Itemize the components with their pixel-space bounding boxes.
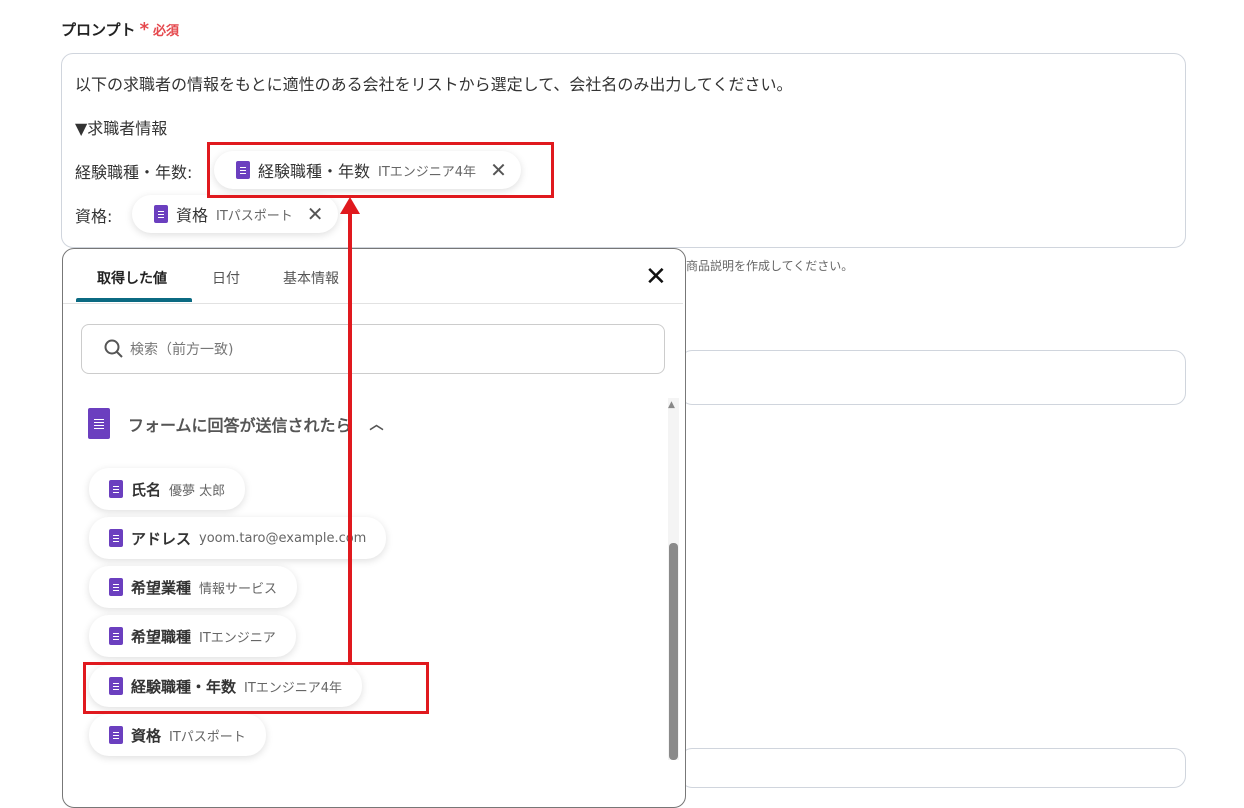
tab-date[interactable]: 日付 bbox=[212, 268, 240, 288]
prompt-line: ▼求職者情報 bbox=[75, 119, 168, 138]
group-header[interactable]: フォームに回答が送信されたら ︿ bbox=[88, 408, 384, 439]
search-placeholder: 検索（前方一致) bbox=[130, 342, 234, 358]
group-title: フォームに回答が送信されたら bbox=[128, 415, 352, 435]
tab-basic-info[interactable]: 基本情報 bbox=[283, 268, 339, 288]
item-value: 優夢 太郎 bbox=[169, 483, 226, 499]
list-item[interactable]: 資格 ITパスポート bbox=[89, 714, 266, 756]
chevron-up-icon: ︿ bbox=[369, 416, 384, 433]
required-text: 必須 bbox=[152, 24, 179, 39]
form-icon bbox=[109, 529, 123, 547]
chip-key: 資格 bbox=[176, 206, 209, 225]
required-star: * bbox=[139, 19, 149, 40]
item-key: 氏名 bbox=[131, 480, 162, 499]
close-icon[interactable]: ✕ bbox=[645, 262, 667, 292]
chip-value: ITパスポート bbox=[216, 208, 293, 224]
item-key: 希望職種 bbox=[131, 627, 192, 646]
item-value: 情報サービス bbox=[199, 581, 278, 597]
prompt-line: 経験職種・年数: bbox=[75, 163, 193, 182]
prompt-line: 資格: bbox=[75, 207, 113, 226]
tab-acquired-values[interactable]: 取得した値 bbox=[97, 268, 167, 288]
form-icon bbox=[109, 627, 123, 645]
label-text: プロンプト bbox=[61, 21, 136, 39]
arrow-head-icon bbox=[340, 197, 360, 214]
text-input[interactable] bbox=[680, 350, 1186, 405]
scrollbar-thumb[interactable] bbox=[669, 543, 678, 760]
form-icon bbox=[88, 408, 110, 439]
scroll-up-icon[interactable]: ▲ bbox=[668, 400, 675, 410]
close-icon[interactable]: ✕ bbox=[307, 202, 324, 226]
form-icon bbox=[109, 480, 123, 498]
prompt-line: 以下の求職者の情報をもとに適性のある会社をリストから選定して、会社名のみ出力して… bbox=[75, 75, 793, 94]
item-key: 希望業種 bbox=[131, 578, 192, 597]
item-value: ITパスポート bbox=[169, 729, 246, 745]
highlight-box bbox=[207, 142, 554, 198]
variable-chip-qualification[interactable]: 資格 ITパスポート ✕ bbox=[132, 195, 338, 233]
prompt-label: プロンプト * 必須 bbox=[61, 19, 179, 40]
list-item[interactable]: 希望業種 情報サービス bbox=[89, 566, 298, 608]
active-tab-indicator bbox=[76, 298, 192, 302]
text-input[interactable] bbox=[680, 748, 1186, 788]
search-icon bbox=[104, 339, 123, 358]
form-icon bbox=[109, 578, 123, 596]
list-item[interactable]: アドレス yoom.taro@example.com bbox=[89, 517, 387, 559]
form-icon bbox=[154, 205, 168, 223]
item-key: 資格 bbox=[131, 726, 162, 745]
item-key: アドレス bbox=[131, 529, 192, 548]
list-item[interactable]: 氏名 優夢 太郎 bbox=[89, 468, 246, 510]
search-input[interactable]: 検索（前方一致) bbox=[81, 324, 665, 374]
item-value: yoom.taro@example.com bbox=[199, 530, 367, 546]
highlight-box bbox=[83, 662, 429, 714]
item-value: ITエンジニア bbox=[199, 630, 276, 646]
list-item[interactable]: 希望職種 ITエンジニア bbox=[89, 615, 296, 657]
help-text: 商品説明を作成してください。 bbox=[686, 259, 854, 273]
annotation-arrow bbox=[348, 212, 352, 663]
form-icon bbox=[109, 726, 123, 744]
divider bbox=[63, 303, 683, 304]
